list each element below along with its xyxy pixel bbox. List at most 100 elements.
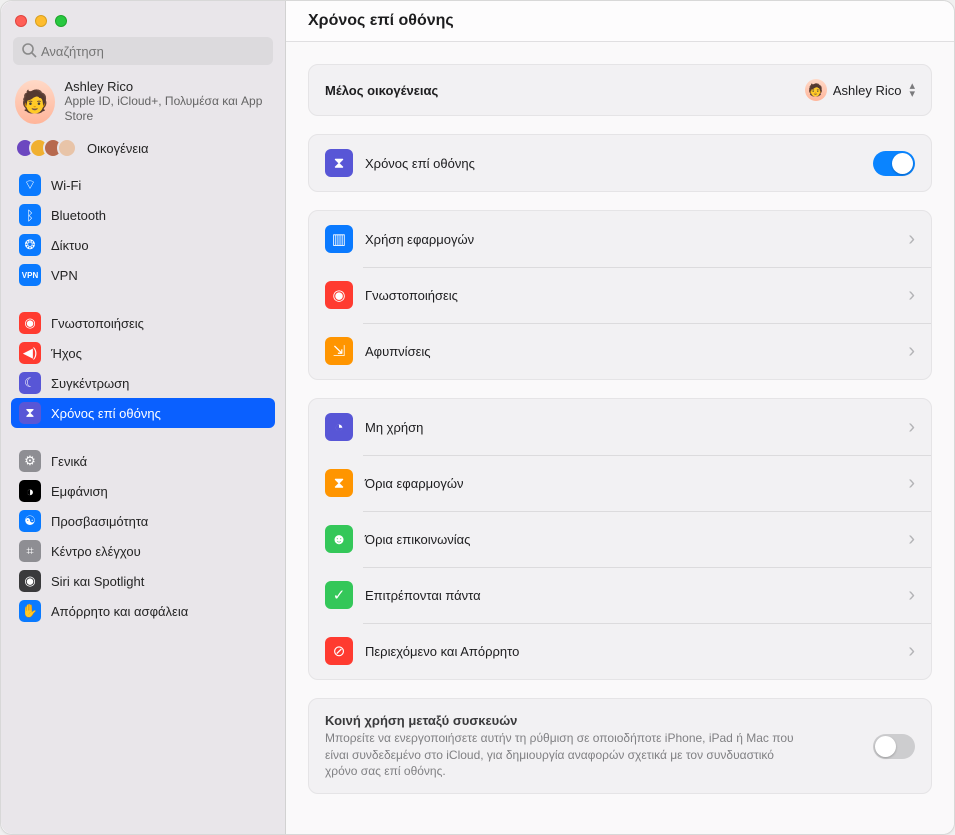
- row-label: Όρια εφαρμογών: [365, 476, 896, 491]
- sidebar-item-gear[interactable]: ⚙ Γενικά: [11, 446, 275, 476]
- family-member-caption: Μέλος οικογένειας: [325, 83, 793, 98]
- share-description: Μπορείτε να ενεργοποιήσετε αυτήν τη ρύθμ…: [325, 730, 805, 779]
- chevron-right-icon: ›: [908, 417, 915, 437]
- sidebar-item-moon[interactable]: ☾Συγκέντρωση: [11, 368, 275, 398]
- row-label: Μη χρήση: [365, 420, 896, 435]
- hourglass-icon: ⧗: [325, 149, 353, 177]
- sidebar-item-label: Γενικά: [51, 454, 87, 469]
- sidebar-item-vpn[interactable]: VPN VPN: [11, 260, 275, 290]
- bluetooth-icon: ᛒ: [19, 204, 41, 226]
- person-icon: ☻: [325, 525, 353, 553]
- sidebar-item-label: Κέντρο ελέγχου: [51, 544, 141, 559]
- sidebar-item-wifi[interactable]: ⌔ Wi-Fi: [11, 170, 275, 200]
- chevron-right-icon: ›: [908, 641, 915, 661]
- bell-icon: ◉: [325, 281, 353, 309]
- row-label: Χρόνος επί οθόνης: [365, 156, 861, 171]
- sidebar-item-control[interactable]: ⌗ Κέντρο ελέγχου: [11, 536, 275, 566]
- settings-window: 🧑 Ashley Rico Apple ID, iCloud+, Πολυμέσ…: [0, 0, 955, 835]
- chevron-right-icon: ›: [908, 341, 915, 361]
- sidebar-item-label: Χρόνος επί οθόνης: [51, 406, 161, 421]
- sidebar-item-label: Οικογένεια: [87, 141, 149, 156]
- sidebar-item-globe[interactable]: ❂ Δίκτυο: [11, 230, 275, 260]
- share-across-devices-toggle[interactable]: [873, 734, 915, 759]
- bell-icon: ◉: [19, 312, 41, 334]
- minimize-window-button[interactable]: [35, 15, 47, 27]
- chevron-right-icon: ›: [908, 585, 915, 605]
- sidebar-item-accessibility[interactable]: ☯ Προσβασιμότητα: [11, 506, 275, 536]
- chevron-right-icon: ›: [908, 529, 915, 549]
- row-label: Επιτρέπονται πάντα: [365, 588, 896, 603]
- hand-icon: ✋: [19, 600, 41, 622]
- sidebar-item-bell[interactable]: ◉ Γνωστοποιήσεις: [11, 308, 275, 338]
- settings-row-chart[interactable]: ▥ Χρήση εφαρμογών ›: [309, 211, 931, 267]
- account-name: Ashley Rico: [65, 79, 271, 94]
- nosign-icon: ⊘: [325, 637, 353, 665]
- screen-time-toggle-row: ⧗ Χρόνος επί οθόνης: [309, 135, 931, 191]
- row-label: Χρήση εφαρμογών: [365, 232, 896, 247]
- globe-icon: ❂: [19, 234, 41, 256]
- sidebar-item-label: Siri και Spotlight: [51, 574, 144, 589]
- row-label: Περιεχόμενο και Απόρρητο: [365, 644, 896, 659]
- chevron-right-icon: ›: [908, 285, 915, 305]
- close-window-button[interactable]: [15, 15, 27, 27]
- avatar: 🧑: [805, 79, 827, 101]
- downtime-icon: ◔: [325, 413, 353, 441]
- sidebar-item-label: Δίκτυο: [51, 238, 89, 253]
- family-member-selector[interactable]: Μέλος οικογένειας 🧑 Ashley Rico ▴▾: [309, 65, 931, 115]
- chevron-up-down-icon: ▴▾: [909, 82, 915, 98]
- settings-row-person[interactable]: ☻ Όρια επικοινωνίας ›: [309, 511, 931, 567]
- screen-time-toggle[interactable]: [873, 151, 915, 176]
- sidebar: 🧑 Ashley Rico Apple ID, iCloud+, Πολυμέσ…: [1, 1, 286, 834]
- settings-row-bell[interactable]: ◉ Γνωστοποιήσεις ›: [309, 267, 931, 323]
- pickup-icon: ⇲: [325, 337, 353, 365]
- sidebar-item-bluetooth[interactable]: ᛒ Bluetooth: [11, 200, 275, 230]
- sound-icon: ◀): [19, 342, 41, 364]
- vpn-icon: VPN: [19, 264, 41, 286]
- window-controls: [1, 9, 285, 37]
- sidebar-item-label: Ήχος: [51, 346, 82, 361]
- chevron-right-icon: ›: [908, 473, 915, 493]
- account-subtitle: Apple ID, iCloud+, Πολυμέσα και App Stor…: [65, 94, 271, 124]
- settings-row-hourglass[interactable]: ⧗ Όρια εφαρμογών ›: [309, 455, 931, 511]
- sidebar-item-label: VPN: [51, 268, 78, 283]
- sidebar-item-family[interactable]: Οικογένεια: [1, 134, 285, 168]
- appearance-icon: ◑: [19, 480, 41, 502]
- sidebar-item-label: Απόρρητο και ασφάλεια: [51, 604, 188, 619]
- settings-row-nosign[interactable]: ⊘ Περιεχόμενο και Απόρρητο ›: [309, 623, 931, 679]
- row-label: Όρια επικοινωνίας: [365, 532, 896, 547]
- hourglass-icon: ⧗: [19, 402, 41, 424]
- siri-icon: ◉: [19, 570, 41, 592]
- sidebar-item-siri[interactable]: ◉ Siri και Spotlight: [11, 566, 275, 596]
- family-avatars: [15, 138, 77, 158]
- sidebar-item-sound[interactable]: ◀) Ήχος: [11, 338, 275, 368]
- control-icon: ⌗: [19, 540, 41, 562]
- apple-id-row[interactable]: 🧑 Ashley Rico Apple ID, iCloud+, Πολυμέσ…: [1, 75, 285, 134]
- sidebar-item-label: Εμφάνιση: [51, 484, 108, 499]
- sidebar-item-label: Wi-Fi: [51, 178, 81, 193]
- check-icon: ✓: [325, 581, 353, 609]
- sidebar-item-label: Συγκέντρωση: [51, 376, 129, 391]
- sidebar-item-hourglass[interactable]: ⧗ Χρόνος επί οθόνης: [11, 398, 275, 428]
- sidebar-item-label: Bluetooth: [51, 208, 106, 223]
- sidebar-item-label: Προσβασιμότητα: [51, 514, 148, 529]
- share-across-devices-row: Κοινή χρήση μεταξύ συσκευών Μπορείτε να …: [309, 699, 931, 793]
- sidebar-item-label: Γνωστοποιήσεις: [51, 316, 144, 331]
- family-member-value: Ashley Rico: [833, 83, 902, 98]
- sidebar-item-hand[interactable]: ✋ Απόρρητο και ασφάλεια: [11, 596, 275, 626]
- zoom-window-button[interactable]: [55, 15, 67, 27]
- chevron-right-icon: ›: [908, 229, 915, 249]
- settings-row-check[interactable]: ✓ Επιτρέπονται πάντα ›: [309, 567, 931, 623]
- search-input[interactable]: [13, 37, 273, 65]
- sidebar-item-appearance[interactable]: ◑ Εμφάνιση: [11, 476, 275, 506]
- page-title: Χρόνος επί οθόνης: [286, 1, 954, 42]
- chart-icon: ▥: [325, 225, 353, 253]
- content-pane: Χρόνος επί οθόνης Μέλος οικογένειας 🧑 As…: [286, 1, 954, 834]
- settings-row-downtime[interactable]: ◔ Μη χρήση ›: [309, 399, 931, 455]
- hourglass-icon: ⧗: [325, 469, 353, 497]
- accessibility-icon: ☯: [19, 510, 41, 532]
- avatar: 🧑: [15, 80, 55, 124]
- row-label: Γνωστοποιήσεις: [365, 288, 896, 303]
- settings-row-pickup[interactable]: ⇲Αφυπνίσεις›: [309, 323, 931, 379]
- wifi-icon: ⌔: [19, 174, 41, 196]
- gear-icon: ⚙: [19, 450, 41, 472]
